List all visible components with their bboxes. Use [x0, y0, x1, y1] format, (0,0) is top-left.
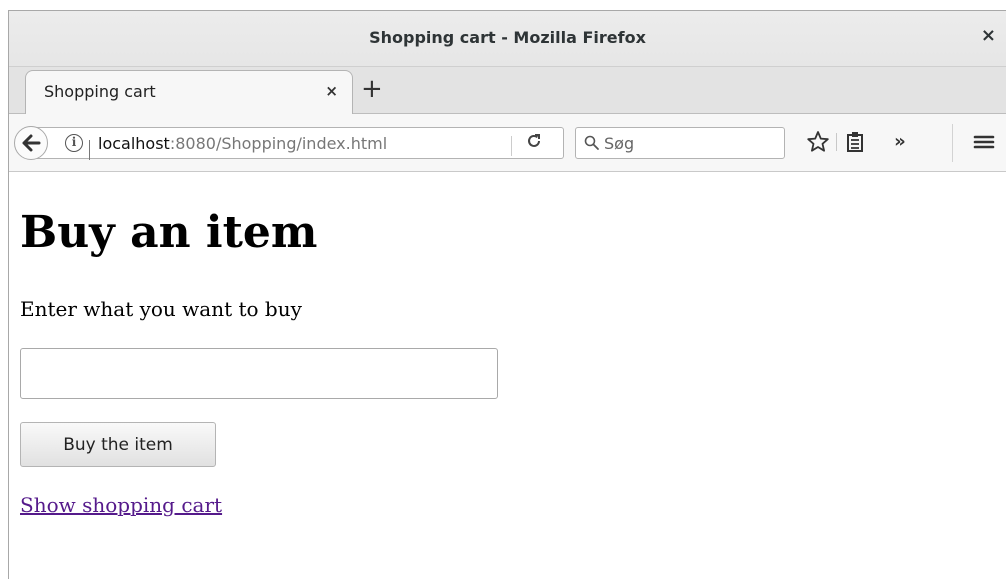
search-icon — [584, 135, 599, 150]
hamburger-icon — [973, 135, 995, 149]
url-path: :8080/Shopping/index.html — [169, 134, 388, 153]
browser-window: Shopping cart - Mozilla Firefox × Shoppi… — [8, 10, 1006, 579]
main-menu-button[interactable] — [971, 128, 997, 156]
search-bar[interactable] — [575, 127, 785, 159]
window-close-button[interactable]: × — [981, 26, 996, 46]
tab-close-icon[interactable]: × — [325, 82, 338, 100]
input-prompt: Enter what you want to buy — [20, 297, 302, 321]
reload-icon[interactable] — [525, 132, 543, 154]
show-cart-link[interactable]: Show shopping cart — [20, 493, 222, 517]
page-content: Buy an item Enter what you want to buy B… — [9, 173, 1006, 579]
clipboard-icon — [847, 132, 863, 152]
back-button[interactable] — [14, 126, 48, 160]
url-bar[interactable]: localhost:8080/Shopping/index.html — [31, 127, 564, 160]
reload-separator — [511, 136, 512, 156]
arrow-left-icon — [22, 134, 41, 152]
overflow-menu-button[interactable]: » — [887, 128, 913, 156]
star-icon — [807, 131, 829, 152]
menu-separator — [952, 124, 953, 162]
reading-list-button[interactable] — [842, 128, 868, 156]
tab-label: Shopping cart — [44, 82, 156, 101]
toolbar-separator — [836, 133, 837, 151]
search-input[interactable] — [604, 132, 780, 154]
url-text[interactable]: localhost:8080/Shopping/index.html — [98, 134, 387, 153]
tab-strip: Shopping cart × + — [9, 67, 1006, 115]
navigation-toolbar: localhost:8080/Shopping/index.html i Søg… — [9, 114, 1006, 172]
url-separator — [89, 140, 90, 160]
page-title: Buy an item — [20, 207, 318, 258]
new-tab-button[interactable]: + — [361, 74, 383, 104]
info-icon[interactable]: i — [65, 134, 83, 152]
title-bar: Shopping cart - Mozilla Firefox × — [9, 11, 1006, 67]
buy-item-button[interactable]: Buy the item — [20, 422, 216, 467]
url-host: localhost — [98, 134, 170, 153]
bookmark-button[interactable] — [805, 128, 831, 156]
tab-shopping-cart[interactable]: Shopping cart × — [25, 70, 353, 115]
item-input[interactable] — [20, 348, 498, 399]
window-title: Shopping cart - Mozilla Firefox — [369, 28, 646, 47]
